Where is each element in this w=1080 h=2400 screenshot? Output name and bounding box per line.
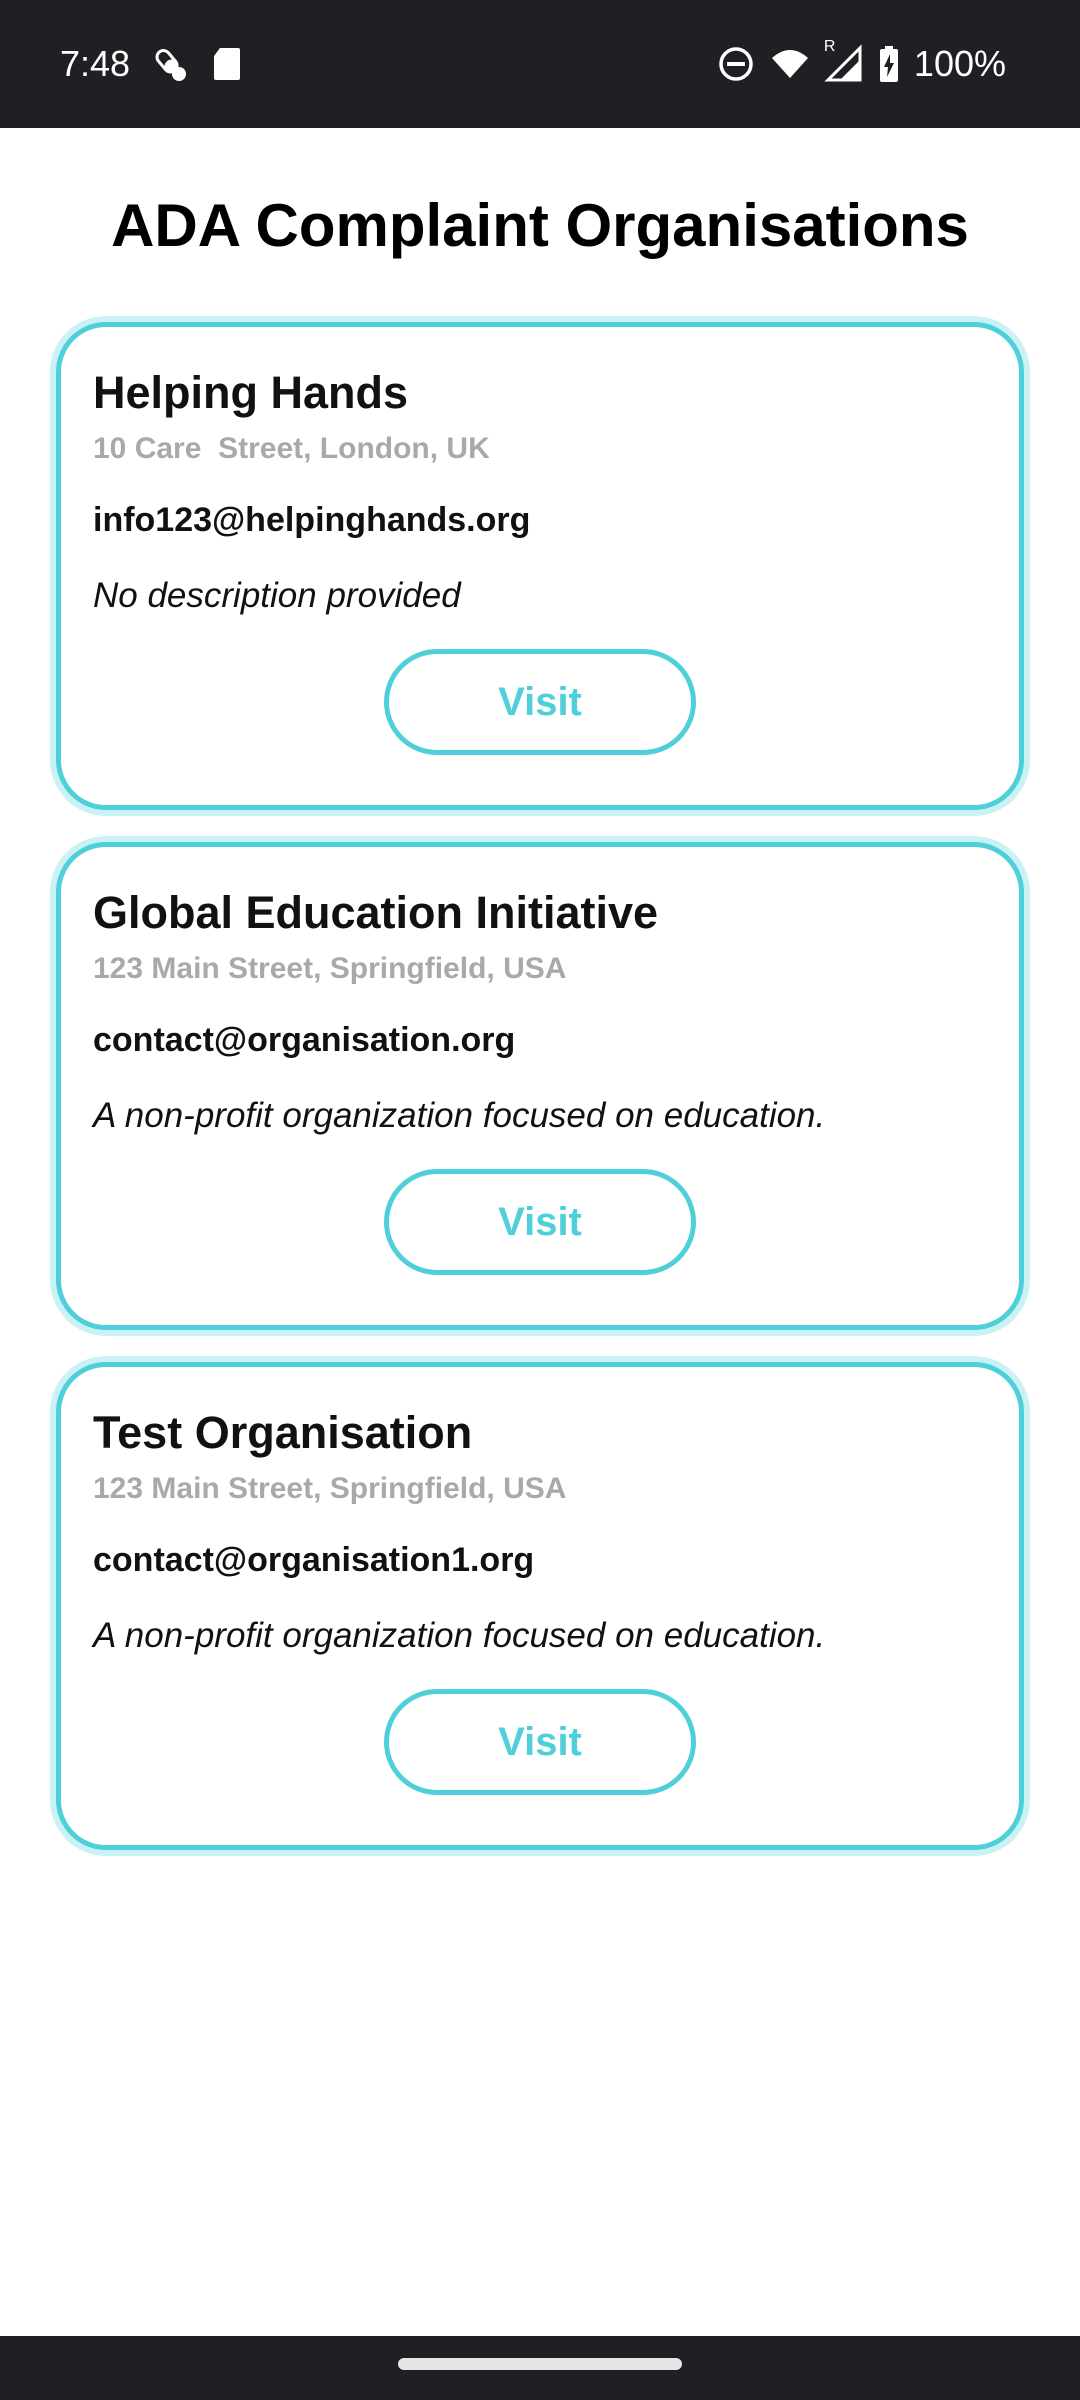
organisation-list: Helping Hands 10 Care Street, London, UK… xyxy=(56,322,1024,1882)
organisation-address: 123 Main Street, Springfield, USA xyxy=(93,952,567,985)
organisation-name: Test Organisation xyxy=(93,1407,473,1458)
screen: 7:48 R 100% ADA Complaint Organisations … xyxy=(0,0,1080,2400)
battery-charging-icon xyxy=(878,44,900,84)
home-gesture-handle[interactable] xyxy=(398,2358,682,2370)
status-bar: 7:48 R 100% xyxy=(0,0,1080,128)
wifi-icon xyxy=(770,44,810,84)
battery-percent: 100% xyxy=(913,43,1006,84)
organisation-email: info123@helpinghands.org xyxy=(93,501,531,539)
organisation-description: A non-profit organization focused on edu… xyxy=(93,1616,826,1655)
signal-icon: R xyxy=(824,38,864,84)
organisation-address: 123 Main Street, Springfield, USA xyxy=(93,1472,567,1505)
organisation-name: Helping Hands xyxy=(93,367,409,418)
status-system-icons: R 100% xyxy=(716,38,1006,88)
organisation-name: Global Education Initiative xyxy=(93,887,659,938)
pills-icon xyxy=(150,44,190,84)
organisation-email: contact@organisation1.org xyxy=(93,1541,535,1579)
visit-button[interactable]: Visit xyxy=(384,1689,696,1795)
organisation-address: 10 Care Street, London, UK xyxy=(93,432,490,465)
navigation-bar xyxy=(0,2336,1080,2400)
roaming-indicator: R xyxy=(823,38,836,55)
status-time: 7:48 xyxy=(60,43,131,84)
organisation-card: Global Education Initiative 123 Main Str… xyxy=(56,842,1024,1330)
organisation-description: No description provided xyxy=(93,576,461,615)
sd-card-icon xyxy=(212,46,242,82)
page-title: ADA Complaint Organisations xyxy=(111,192,969,259)
organisation-card: Helping Hands 10 Care Street, London, UK… xyxy=(56,322,1024,810)
status-notification-icons xyxy=(150,42,242,86)
organisation-card: Test Organisation 123 Main Street, Sprin… xyxy=(56,1362,1024,1850)
do-not-disturb-icon xyxy=(716,44,756,84)
organisation-email: contact@organisation.org xyxy=(93,1021,516,1059)
organisation-description: A non-profit organization focused on edu… xyxy=(93,1096,826,1135)
visit-button[interactable]: Visit xyxy=(384,649,696,755)
visit-button[interactable]: Visit xyxy=(384,1169,696,1275)
